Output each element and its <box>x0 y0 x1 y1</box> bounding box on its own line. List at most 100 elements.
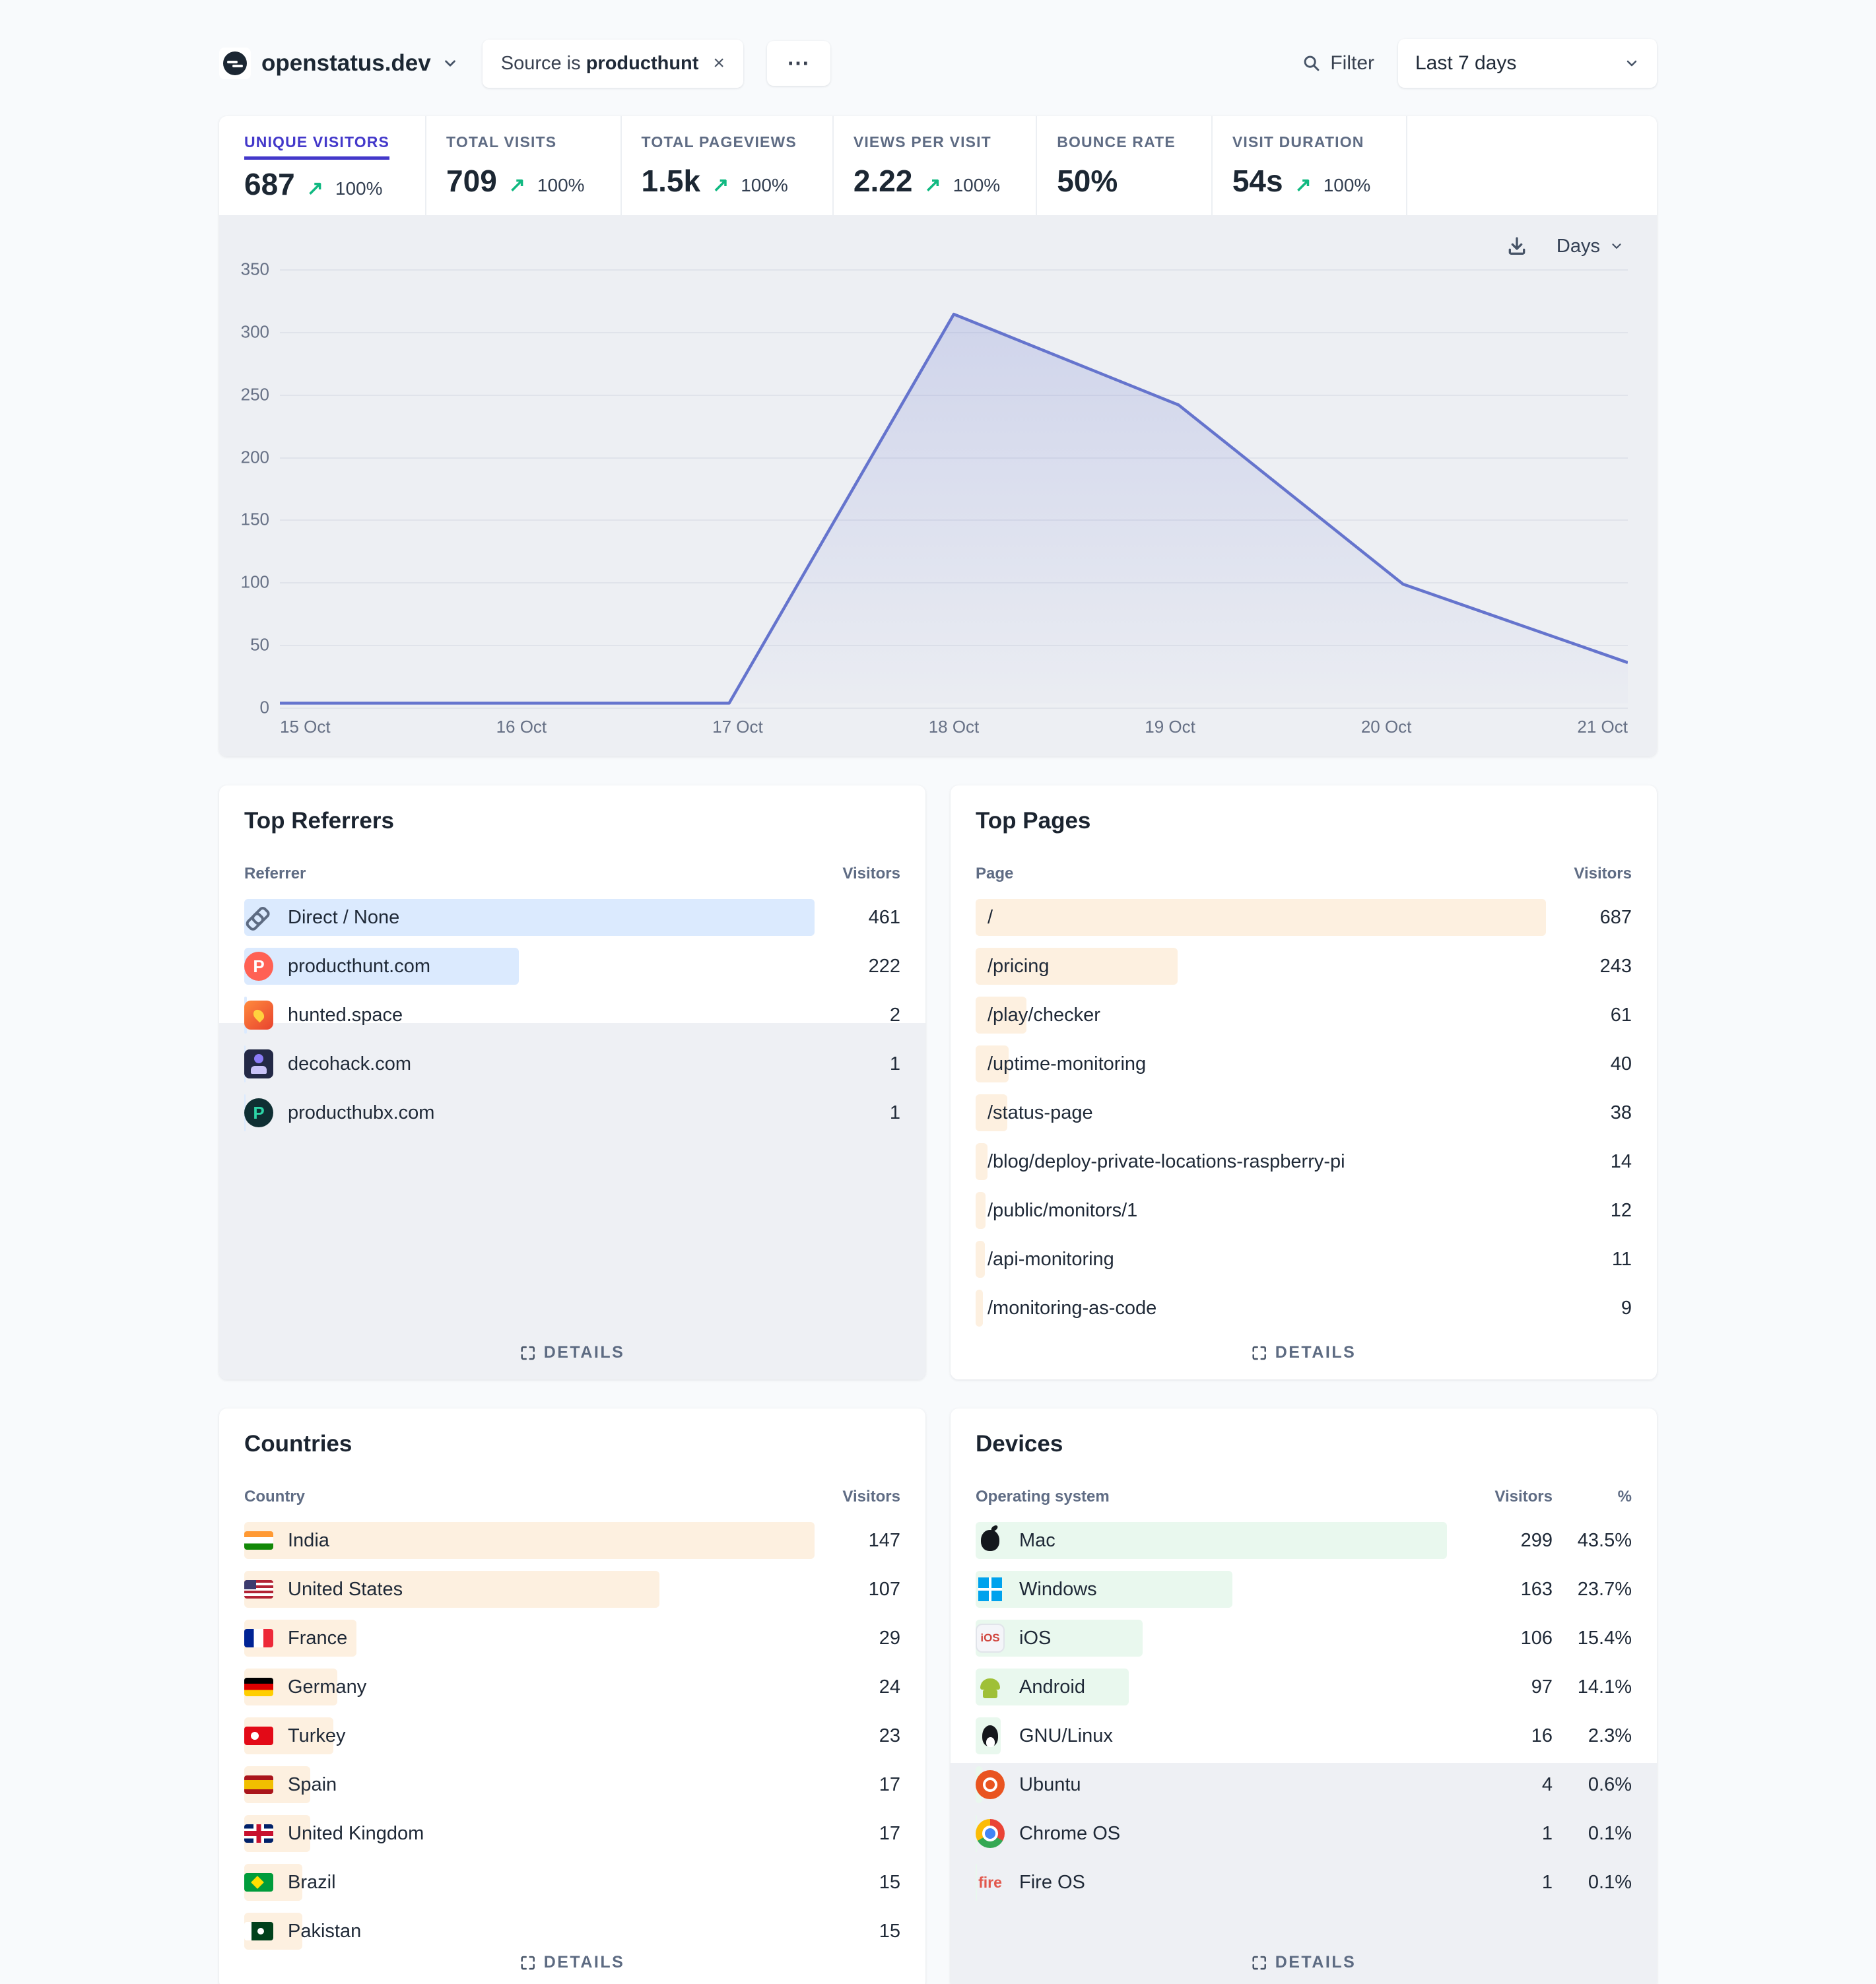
close-icon[interactable]: × <box>713 53 725 73</box>
page-row[interactable]: / 687 <box>976 899 1632 936</box>
x-axis: 15 Oct16 Oct17 Oct18 Oct19 Oct20 Oct21 O… <box>280 717 1628 743</box>
page-row[interactable]: /monitoring-as-code 9 <box>976 1290 1632 1327</box>
topbar-left: openstatus.dev Source is producthunt × ⋯ <box>219 40 830 88</box>
referrer-row[interactable]: producthubx.com 1 <box>244 1094 900 1131</box>
stat-item[interactable]: VISIT DURATION 54s ↗ 100% <box>1213 116 1408 215</box>
stat-item[interactable]: UNIQUE VISITORS 687 ↗ 100% <box>224 116 426 215</box>
visitors-value: 15 <box>821 1921 900 1942</box>
flag-es-icon <box>244 1775 273 1794</box>
os-row[interactable]: Ubuntu 4 0.6% <box>976 1766 1632 1803</box>
interval-dropdown[interactable]: Days <box>1557 236 1624 257</box>
page-row[interactable]: /public/monitors/1 12 <box>976 1192 1632 1229</box>
percent-value: 23.7% <box>1553 1579 1632 1601</box>
visitors-value: 1 <box>1473 1872 1553 1894</box>
stat-item[interactable]: TOTAL PAGEVIEWS 1.5k ↗ 100% <box>622 116 834 215</box>
os-row[interactable]: Chrome OS 1 0.1% <box>976 1815 1632 1852</box>
producthunt-icon <box>244 952 273 981</box>
visitors-value: 1 <box>1473 1823 1553 1845</box>
x-axis-label: 16 Oct <box>496 717 547 743</box>
details-button[interactable]: DETAILS <box>1252 1343 1357 1362</box>
os-row[interactable]: Android 97 14.1% <box>976 1669 1632 1705</box>
os-row[interactable]: Windows 163 23.7% <box>976 1571 1632 1608</box>
download-icon[interactable] <box>1506 236 1527 257</box>
page-row[interactable]: /status-page 38 <box>976 1094 1632 1131</box>
details-button[interactable]: DETAILS <box>1252 1953 1357 1972</box>
country-row[interactable]: Spain 17 <box>244 1766 900 1803</box>
referrer-row[interactable]: decohack.com 1 <box>244 1045 900 1082</box>
country-name: Spain <box>284 1774 821 1796</box>
more-button[interactable]: ⋯ <box>767 41 830 86</box>
visitors-value: 15 <box>821 1872 900 1894</box>
os-row[interactable]: Mac 299 43.5% <box>976 1522 1632 1559</box>
details-button[interactable]: DETAILS <box>520 1953 625 1972</box>
stat-change: 100% <box>741 175 788 196</box>
flag-gb-icon <box>244 1824 273 1843</box>
os-row[interactable]: GNU/Linux 16 2.3% <box>976 1717 1632 1754</box>
site-picker[interactable]: openstatus.dev <box>219 48 459 79</box>
stat-label: VISIT DURATION <box>1232 133 1364 156</box>
page-row[interactable]: /pricing 243 <box>976 948 1632 985</box>
stat-value: 2.22 <box>854 163 913 199</box>
date-range-picker[interactable]: Last 7 days <box>1398 39 1657 88</box>
referrer-row[interactable]: hunted.space 2 <box>244 997 900 1034</box>
country-row[interactable]: United Kingdom 17 <box>244 1815 900 1852</box>
details-button[interactable]: DETAILS <box>520 1343 625 1362</box>
os-name: GNU/Linux <box>1015 1725 1473 1747</box>
panel-title: Top Pages <box>976 808 1090 834</box>
visitors-value: 163 <box>1473 1579 1553 1601</box>
site-name: openstatus.dev <box>261 50 431 77</box>
percent-value: 43.5% <box>1553 1530 1632 1552</box>
page-row[interactable]: /play/checker 61 <box>976 997 1632 1034</box>
country-row[interactable]: United States 107 <box>244 1571 900 1608</box>
os-row[interactable]: Fire OS 1 0.1% <box>976 1864 1632 1901</box>
os-name: Mac <box>1015 1530 1473 1552</box>
page-row[interactable]: /uptime-monitoring 40 <box>976 1045 1632 1082</box>
os-row[interactable]: iOS 106 15.4% <box>976 1620 1632 1657</box>
visitors-value: 16 <box>1473 1725 1553 1747</box>
country-name: France <box>284 1628 821 1649</box>
panel-title: Devices <box>976 1431 1063 1457</box>
trend-up-icon: ↗ <box>307 177 323 200</box>
filter-chip-text: Source is producthunt <box>501 53 699 75</box>
page-row[interactable]: /api-monitoring 11 <box>976 1241 1632 1278</box>
referrer-row[interactable]: producthunt.com 222 <box>244 948 900 985</box>
visitors-value: 687 <box>1553 907 1632 929</box>
country-row[interactable]: Turkey 23 <box>244 1717 900 1754</box>
os-name: Chrome OS <box>1015 1823 1473 1845</box>
trend-up-icon: ↗ <box>712 174 729 197</box>
country-row[interactable]: India 147 <box>244 1522 900 1559</box>
stat-label: TOTAL PAGEVIEWS <box>642 133 797 156</box>
topbar-right: Filter Last 7 days <box>1302 39 1657 88</box>
ios-icon <box>976 1624 1005 1653</box>
stat-item[interactable]: TOTAL VISITS 709 ↗ 100% <box>426 116 622 215</box>
page-row[interactable]: /blog/deploy-private-locations-raspberry… <box>976 1143 1632 1180</box>
column-headers: Page Visitors <box>976 865 1632 883</box>
visitors-value: 1 <box>821 1102 900 1124</box>
stat-item[interactable]: VIEWS PER VISIT 2.22 ↗ 100% <box>834 116 1037 215</box>
filter-chip[interactable]: Source is producthunt × <box>483 40 743 88</box>
visitors-value: 97 <box>1473 1676 1553 1698</box>
expand-icon <box>520 1345 536 1361</box>
filter-button[interactable]: Filter <box>1302 52 1374 75</box>
y-axis-label: 200 <box>241 447 269 467</box>
fireos-icon <box>976 1868 1005 1897</box>
os-name: Fire OS <box>1015 1872 1473 1894</box>
panel-tabs <box>849 1446 900 1451</box>
country-row[interactable]: Pakistan 15 <box>244 1913 900 1950</box>
os-name: Android <box>1015 1676 1473 1698</box>
chevron-down-icon <box>442 55 459 72</box>
stat-value: 709 <box>446 163 497 199</box>
referrer-row[interactable]: Direct / None 461 <box>244 899 900 936</box>
line-chart <box>280 269 1628 708</box>
x-axis-label: 20 Oct <box>1361 717 1412 743</box>
y-axis: 350300250200150100500 <box>236 269 280 708</box>
country-row[interactable]: Brazil 15 <box>244 1864 900 1901</box>
expand-icon <box>1252 1345 1267 1361</box>
visitors-value: 106 <box>1473 1628 1553 1649</box>
country-row[interactable]: Germany 24 <box>244 1669 900 1705</box>
country-row[interactable]: France 29 <box>244 1620 900 1657</box>
expand-icon <box>1252 1955 1267 1971</box>
stat-value: 54s <box>1232 163 1283 199</box>
x-axis-label: 19 Oct <box>1145 717 1195 743</box>
stat-item[interactable]: BOUNCE RATE 50% <box>1037 116 1213 215</box>
